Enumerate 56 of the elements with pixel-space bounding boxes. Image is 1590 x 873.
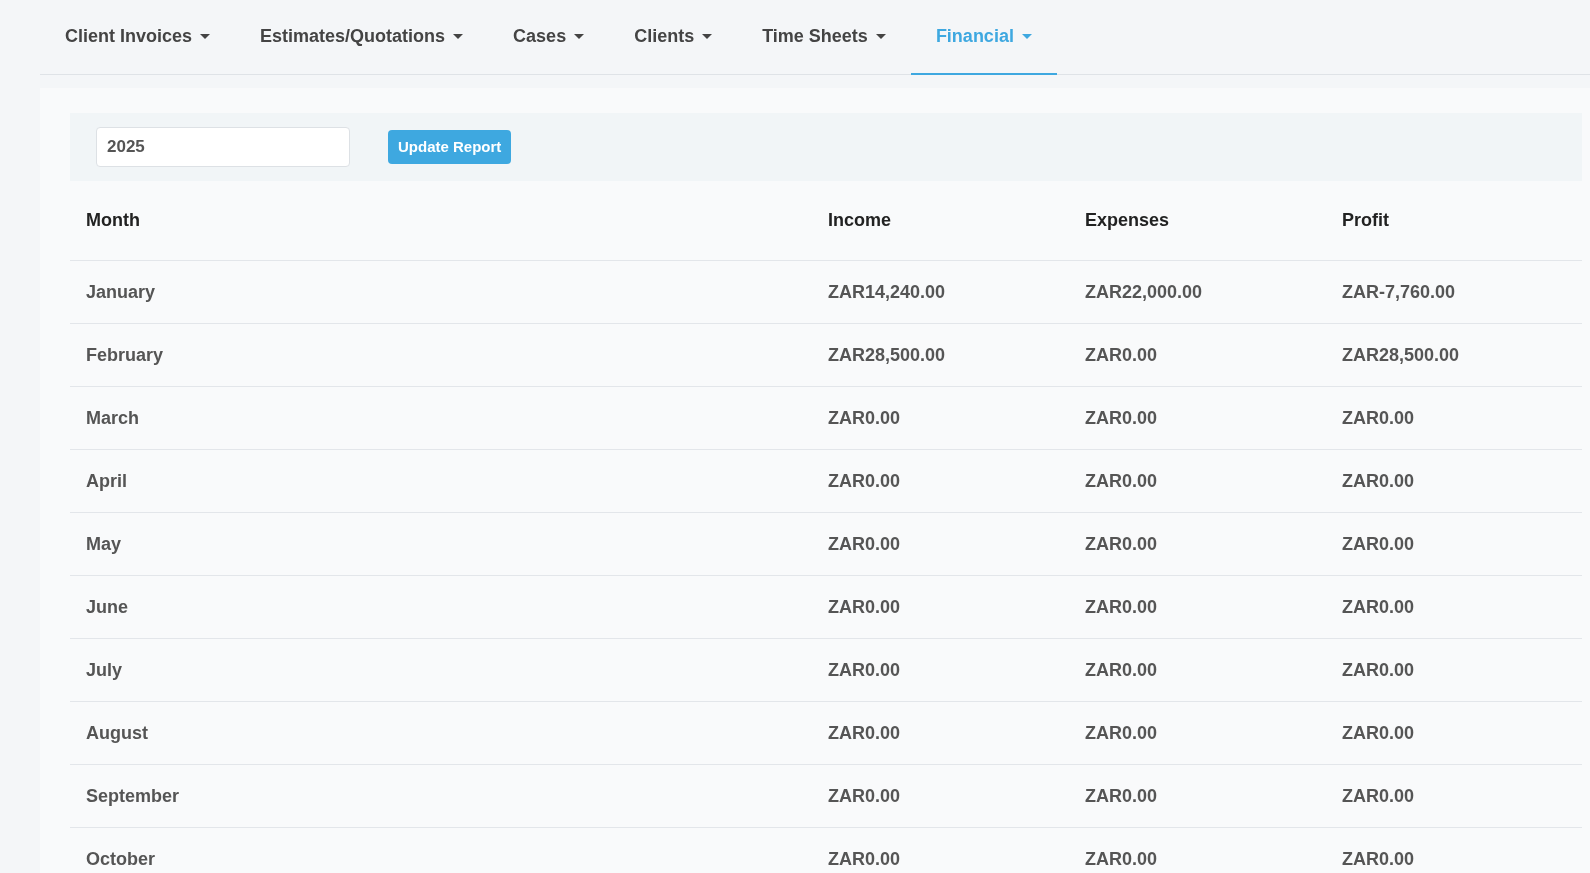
- table-cell: ZAR0.00: [1085, 785, 1158, 806]
- column-header: Month: [86, 210, 140, 230]
- table-cell: ZAR0.00: [828, 785, 901, 806]
- table-cell: September: [86, 785, 180, 806]
- table-cell: ZAR0.00: [1342, 407, 1415, 428]
- table-cell: ZAR0.00: [828, 596, 901, 617]
- table-cell: ZAR0.00: [1342, 722, 1415, 743]
- column-header: Income: [828, 210, 892, 230]
- caret-icon: [875, 33, 886, 40]
- nav-tab[interactable]: Estimates/Quotations: [235, 0, 489, 75]
- table-cell: January: [86, 281, 156, 302]
- table-cell: ZAR14,240.00: [828, 281, 946, 302]
- caret-icon: [200, 33, 211, 40]
- table-cell: ZAR0.00: [1342, 533, 1415, 554]
- table-cell: ZAR22,000.00: [1085, 281, 1203, 302]
- table-cell: July: [86, 659, 123, 680]
- caret-icon: [574, 33, 585, 40]
- table-cell: February: [86, 344, 164, 365]
- table-cell: ZAR0.00: [828, 659, 901, 680]
- nav-tab[interactable]: Time Sheets: [737, 0, 911, 75]
- nav-tab[interactable]: Cases: [488, 0, 610, 75]
- table-cell: ZAR0.00: [1342, 659, 1415, 680]
- column-header: Profit: [1342, 210, 1389, 230]
- table-cell: ZAR28,500.00: [1342, 344, 1460, 365]
- table-cell: ZAR0.00: [1085, 344, 1158, 365]
- table-cell: ZAR0.00: [828, 722, 901, 743]
- table-cell: ZAR0.00: [1342, 785, 1415, 806]
- table-cell: ZAR0.00: [828, 848, 901, 869]
- table-cell: ZAR0.00: [1085, 722, 1158, 743]
- column-header: Expenses: [1085, 210, 1170, 230]
- table-cell: ZAR0.00: [1342, 470, 1415, 491]
- table-cell: ZAR0.00: [1085, 659, 1158, 680]
- table-cell: ZAR28,500.00: [828, 344, 946, 365]
- nav-tab[interactable]: Client Invoices: [40, 0, 236, 75]
- table-cell: August: [86, 722, 148, 743]
- table-cell: April: [86, 470, 127, 491]
- nav-tab[interactable]: Clients: [609, 0, 738, 75]
- table-cell: ZAR0.00: [1085, 470, 1158, 491]
- table-cell: ZAR0.00: [1342, 848, 1415, 869]
- table-cell: ZAR-7,760.00: [1342, 281, 1456, 302]
- table-cell: ZAR0.00: [828, 407, 901, 428]
- caret-icon: [702, 33, 713, 40]
- table-cell: ZAR0.00: [1342, 596, 1415, 617]
- table-cell: March: [86, 407, 139, 428]
- caret-icon: [453, 33, 464, 40]
- table-cell: ZAR0.00: [1085, 848, 1158, 869]
- table-cell: ZAR0.00: [1085, 407, 1158, 428]
- table-cell: ZAR0.00: [1085, 533, 1158, 554]
- table-cell: May: [86, 533, 121, 554]
- table-cell: ZAR0.00: [1085, 596, 1158, 617]
- table-cell: October: [86, 848, 155, 869]
- caret-icon: [1021, 33, 1032, 40]
- year-field[interactable]: 2025: [96, 127, 350, 167]
- table-cell: June: [86, 596, 128, 617]
- table-cell: ZAR0.00: [828, 533, 901, 554]
- table-cell: ZAR0.00: [828, 470, 901, 491]
